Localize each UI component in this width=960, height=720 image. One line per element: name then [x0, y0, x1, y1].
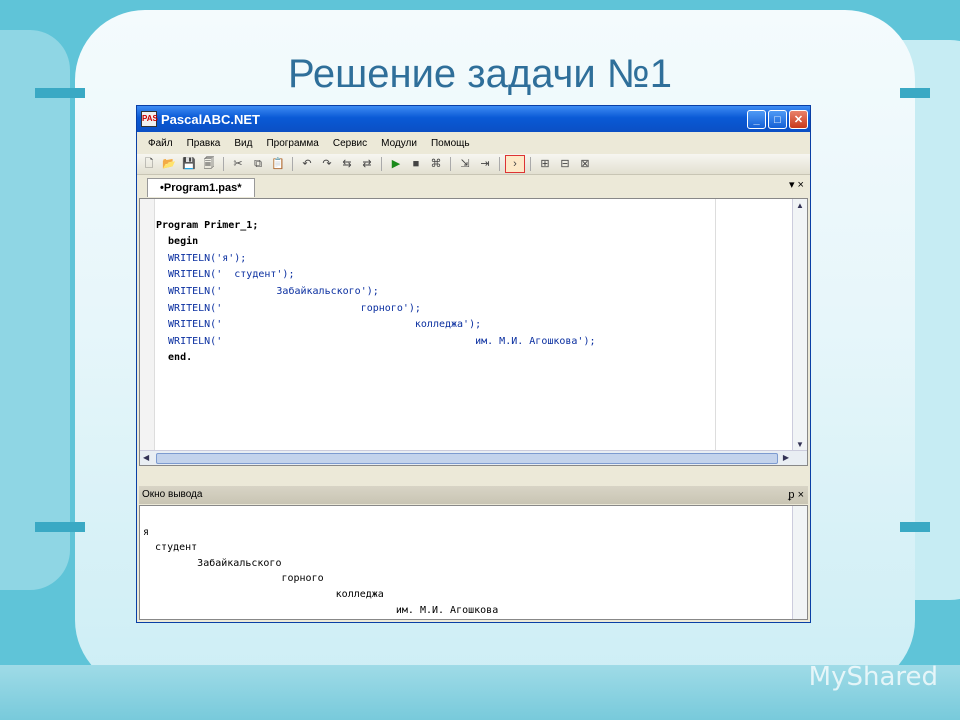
cut-icon[interactable]: ✂ [229, 156, 247, 172]
background-left-panel [0, 30, 70, 590]
scroll-up-icon[interactable]: ▲ [796, 201, 804, 210]
slide-title: Решение задачи №1 [287, 52, 673, 96]
new-file-icon[interactable]: 🗋 [140, 156, 158, 172]
module2-icon[interactable]: ⊟ [556, 156, 574, 172]
watermark-logo: MyShared [808, 662, 938, 692]
step-over-icon[interactable]: ⇥ [476, 156, 494, 172]
output-text: я студент Забайкальского горного колледж… [143, 509, 498, 618]
code-line: WRITELN(' колледжа'); [156, 319, 482, 331]
tab-controls[interactable]: ▾ × [789, 178, 804, 191]
navigate2-icon[interactable]: ⇄ [358, 156, 376, 172]
horizontal-scroll-thumb[interactable] [156, 453, 778, 464]
maximize-button[interactable]: □ [768, 109, 787, 129]
redo-icon[interactable]: ↷ [318, 156, 336, 172]
output-line: я [143, 526, 150, 538]
navigate-icon[interactable]: ⇆ [338, 156, 356, 172]
background-bar [900, 522, 930, 532]
code-text: Program Primer_1; begin WRITELN('я'); WR… [156, 201, 596, 367]
menu-edit[interactable]: Правка [180, 138, 228, 149]
output-vertical-scrollbar[interactable] [792, 506, 807, 619]
toolbar-separator [499, 157, 500, 171]
menu-program[interactable]: Программа [259, 138, 325, 149]
menu-bar: Файл Правка Вид Программа Сервис Модули … [137, 132, 810, 154]
editor-horizontal-scrollbar[interactable]: ◀ ▶ [140, 450, 807, 465]
debug-icon[interactable]: ⌘ [427, 156, 445, 172]
save-icon[interactable]: 💾 [180, 156, 198, 172]
pascal-window: PAS PascalABC.NET _ □ ✕ Файл Правка Вид … [136, 105, 811, 623]
code-line: begin [156, 236, 199, 248]
scroll-left-icon[interactable]: ◀ [143, 453, 149, 462]
minimize-button[interactable]: _ [747, 109, 766, 129]
module3-icon[interactable]: ⊠ [576, 156, 594, 172]
editor-margin-line [715, 199, 716, 465]
code-line: WRITELN(' Забайкальского'); [156, 285, 379, 297]
undo-icon[interactable]: ↶ [298, 156, 316, 172]
window-titlebar[interactable]: PAS PascalABC.NET _ □ ✕ [137, 106, 810, 132]
code-line: end. [156, 352, 193, 364]
background-bar [35, 522, 85, 532]
code-line: WRITELN('я'); [156, 252, 247, 264]
copy-icon[interactable]: ⧉ [249, 156, 267, 172]
close-button[interactable]: ✕ [789, 109, 808, 129]
toolbar-separator [292, 157, 293, 171]
scroll-right-icon[interactable]: ▶ [783, 453, 789, 462]
menu-modules[interactable]: Модули [374, 138, 424, 149]
toolbar: 🗋 📂 💾 🗐 ✂ ⧉ 📋 ↶ ↷ ⇆ ⇄ ▶ ■ ⌘ ⇲ ⇥ › ⊞ ⊟ ⊠ [137, 154, 810, 175]
editor-tabstrip: •Program1.pas* ▾ × [137, 175, 810, 197]
window-title: PascalABC.NET [161, 111, 260, 127]
code-line: WRITELN(' им. М.И. Агошкова'); [156, 335, 596, 347]
output-line: Забайкальского [143, 557, 282, 569]
output-line: студент [143, 542, 198, 554]
output-line: колледжа [143, 588, 384, 600]
toolbar-separator [450, 157, 451, 171]
paste-icon[interactable]: 📋 [269, 156, 287, 172]
toolbar-separator [381, 157, 382, 171]
console-icon[interactable]: › [505, 155, 525, 173]
editor-vertical-scrollbar[interactable]: ▲ ▼ [792, 199, 807, 465]
menu-file[interactable]: Файл [141, 138, 180, 149]
output-panel-title: Окно вывода [142, 489, 203, 500]
output-line: им. М.И. Агошкова [143, 604, 499, 616]
output-line: горного [143, 573, 324, 585]
tab-program1[interactable]: •Program1.pas* [147, 178, 255, 197]
menu-view[interactable]: Вид [227, 138, 259, 149]
editor-gutter [140, 199, 155, 465]
module-icon[interactable]: ⊞ [536, 156, 554, 172]
code-line: Program Primer_1; [156, 219, 259, 231]
scroll-down-icon[interactable]: ▼ [796, 440, 804, 449]
code-line: WRITELN(' студент'); [156, 269, 295, 281]
step-icon[interactable]: ⇲ [456, 156, 474, 172]
menu-service[interactable]: Сервис [326, 138, 374, 149]
output-panel-controls[interactable]: ᵱ × [788, 486, 804, 504]
open-icon[interactable]: 📂 [160, 156, 178, 172]
run-icon[interactable]: ▶ [387, 156, 405, 172]
code-editor[interactable]: Program Primer_1; begin WRITELN('я'); WR… [139, 198, 808, 466]
toolbar-separator [223, 157, 224, 171]
app-icon: PAS [141, 111, 158, 127]
code-line: WRITELN(' горного'); [156, 302, 421, 314]
output-panel[interactable]: я студент Забайкальского горного колледж… [139, 505, 808, 620]
toolbar-separator [530, 157, 531, 171]
save-all-icon[interactable]: 🗐 [200, 156, 218, 172]
output-panel-header: Окно вывода ᵱ × [139, 486, 808, 504]
menu-help[interactable]: Помощь [424, 138, 477, 149]
stop-icon[interactable]: ■ [407, 156, 425, 172]
